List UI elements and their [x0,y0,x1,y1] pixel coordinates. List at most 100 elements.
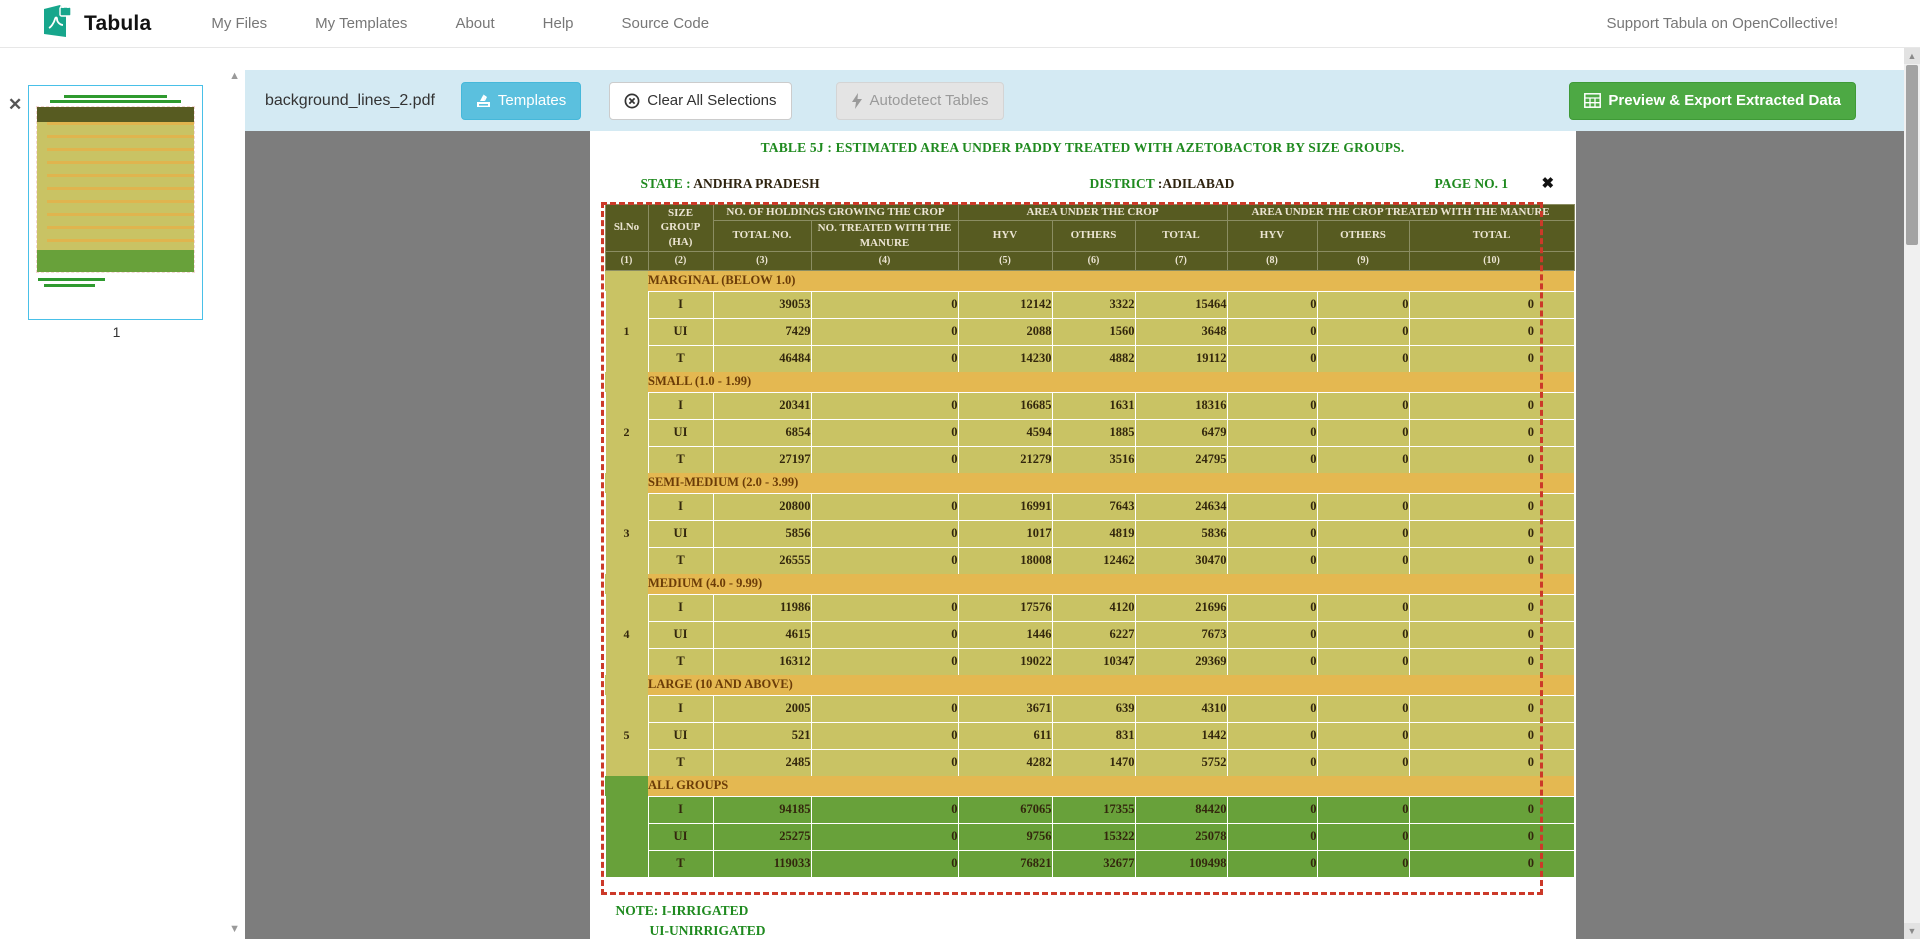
value-cell: 0 [1227,345,1317,372]
value-cell: 15464 [1135,291,1227,318]
value-cell: 4310 [1135,695,1227,722]
value-cell: 4282 [958,749,1052,776]
table-row: T163120190221034729369000 [605,648,1574,675]
table-row: 1I39053012142332215464000 [605,291,1574,318]
value-cell: 0 [1409,648,1574,675]
thumbnail-note-line [38,278,105,281]
selection-close-icon[interactable]: ✖ [1542,174,1555,192]
value-cell: 0 [811,345,958,372]
value-cell: 0 [1409,419,1574,446]
value-cell: 17355 [1052,796,1135,823]
nav-item-source-code[interactable]: Source Code [622,15,710,32]
value-cell: 0 [1409,392,1574,419]
value-cell: 6854 [713,419,811,446]
value-cell: 2088 [958,318,1052,345]
brand[interactable]: Tabula [40,3,151,44]
group-sl-cell [605,675,648,696]
sidebar-scroll-down-icon[interactable]: ▼ [229,923,240,935]
row-type-cell: I [648,291,713,318]
scrollbar-down-icon[interactable]: ▼ [1904,923,1920,939]
table-row: T27197021279351624795000 [605,446,1574,473]
table-row: UI58560101748195836000 [605,520,1574,547]
pdf-page[interactable]: TABLE 5J : ESTIMATED AREA UNDER PADDY TR… [590,131,1576,939]
table-row: T11903307682132677109498000 [605,850,1574,877]
group-sl-cell [605,270,648,291]
lightning-icon [851,93,863,109]
row-type-cell: UI [648,621,713,648]
value-cell: 0 [811,850,958,877]
sl-no-cell: 5 [605,695,648,776]
row-type-cell: UI [648,520,713,547]
value-cell: 0 [811,648,958,675]
pdf-viewer[interactable]: TABLE 5J : ESTIMATED AREA UNDER PADDY TR… [245,131,1920,939]
value-cell: 0 [1317,850,1409,877]
row-type-cell: UI [648,823,713,850]
value-cell: 0 [1227,520,1317,547]
autodetect-tables-button[interactable]: Autodetect Tables [836,82,1004,120]
value-cell: 0 [1317,419,1409,446]
value-cell: 0 [1317,345,1409,372]
nav-item-about[interactable]: About [455,15,494,32]
group-band-row: SEMI-MEDIUM (2.0 - 3.99) [605,473,1574,494]
value-cell: 21279 [958,446,1052,473]
value-cell: 0 [1409,446,1574,473]
table-row: UI25275097561532225078000 [605,823,1574,850]
navbar: Tabula My Files My Templates About Help … [0,0,1920,48]
table-icon [1584,93,1601,108]
value-cell: 14230 [958,345,1052,372]
page-thumbnail[interactable] [28,85,203,320]
value-cell: 1446 [958,621,1052,648]
sl-no-cell: 2 [605,392,648,473]
value-cell: 0 [1317,547,1409,574]
value-cell: 29369 [1135,648,1227,675]
value-cell: 0 [811,621,958,648]
nav-item-my-files[interactable]: My Files [211,15,267,32]
value-cell: 18008 [958,547,1052,574]
value-cell: 20800 [713,493,811,520]
column-group-header: NO. OF HOLDINGS GROWING THE CROP [713,205,958,221]
value-cell: 0 [1317,392,1409,419]
value-cell: 24795 [1135,446,1227,473]
value-cell: 2485 [713,749,811,776]
value-cell: 0 [1227,749,1317,776]
value-cell: 109498 [1135,850,1227,877]
value-cell: 0 [1227,850,1317,877]
value-cell: 0 [811,749,958,776]
value-cell: 0 [1317,722,1409,749]
nav-item-my-templates[interactable]: My Templates [315,15,407,32]
support-link[interactable]: Support Tabula on OpenCollective! [1606,15,1838,32]
preview-export-button[interactable]: Preview & Export Extracted Data [1569,82,1856,120]
value-cell: 0 [1409,850,1574,877]
table-row: T24850428214705752000 [605,749,1574,776]
value-cell: 5856 [713,520,811,547]
value-cell: 0 [1227,695,1317,722]
value-cell: 25275 [713,823,811,850]
value-cell: 12462 [1052,547,1135,574]
scrollbar-thumb[interactable] [1906,65,1918,245]
value-cell: 0 [1409,621,1574,648]
column-number: (5) [958,251,1052,270]
scrollbar-up-icon[interactable]: ▲ [1904,48,1920,64]
value-cell: 611 [958,722,1052,749]
value-cell: 0 [1317,749,1409,776]
table-row: 3I20800016991764324634000 [605,493,1574,520]
document-meta-line: STATE : ANDHRA PRADESH DISTRICT :ADILABA… [590,176,1576,194]
window-scrollbar[interactable]: ▲ ▼ [1904,48,1920,939]
table-row: UI52106118311442000 [605,722,1574,749]
clear-all-selections-button[interactable]: Clear All Selections [609,82,791,120]
value-cell: 0 [1227,318,1317,345]
value-cell: 32677 [1052,850,1135,877]
value-cell: 0 [1409,493,1574,520]
table-row: UI74290208815603648000 [605,318,1574,345]
thumbnail-title-line [64,95,167,98]
value-cell: 0 [1409,749,1574,776]
sidebar-scroll-up-icon[interactable]: ▲ [229,70,240,82]
remove-page-icon[interactable]: ✕ [8,96,22,113]
value-cell: 10347 [1052,648,1135,675]
nav-item-help[interactable]: Help [543,15,574,32]
templates-button[interactable]: Templates [461,82,581,120]
value-cell: 24634 [1135,493,1227,520]
value-cell: 4594 [958,419,1052,446]
value-cell: 4120 [1052,594,1135,621]
value-cell: 0 [811,419,958,446]
